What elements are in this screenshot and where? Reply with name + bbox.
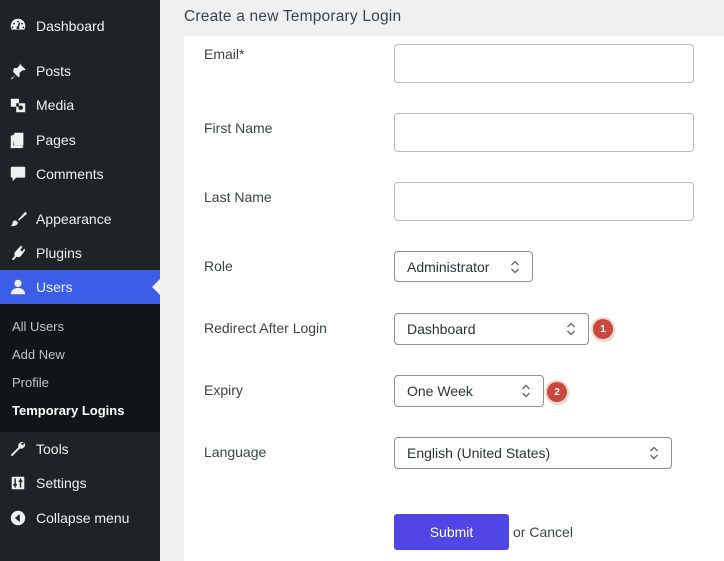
step-badge-2: 2: [547, 382, 567, 402]
menu-label: Posts: [36, 63, 72, 79]
menu-item-dashboard[interactable]: Dashboard: [0, 9, 160, 43]
menu-item-plugins[interactable]: Plugins: [0, 236, 160, 270]
pages-icon: [8, 130, 28, 150]
collapse-menu-button[interactable]: Collapse menu: [0, 501, 160, 535]
menu-item-pages[interactable]: Pages: [0, 123, 160, 157]
role-select[interactable]: Administrator: [394, 251, 533, 282]
menu-label: Settings: [36, 475, 87, 491]
dashboard-icon: [8, 16, 28, 36]
menu-item-media[interactable]: Media: [0, 88, 160, 122]
user-icon: [8, 277, 28, 297]
submenu-temporary-logins[interactable]: Temporary Logins: [12, 403, 124, 418]
wrench-icon: [8, 439, 28, 459]
or-text: or: [513, 524, 526, 540]
role-label: Role: [204, 258, 233, 274]
redirect-select[interactable]: Dashboard: [394, 313, 589, 345]
menu-label: Tools: [36, 441, 69, 457]
menu-label: Media: [36, 97, 75, 113]
brush-icon: [8, 209, 28, 229]
language-select-value: English (United States): [407, 445, 551, 461]
admin-sidebar: Dashboard Posts Media Pages Comments App…: [0, 0, 160, 561]
email-label: Email*: [204, 46, 245, 62]
submit-button[interactable]: Submit: [394, 514, 509, 550]
submenu-all-users[interactable]: All Users: [12, 319, 64, 334]
chevron-up-down-icon: [566, 321, 576, 337]
collapse-icon: [8, 508, 28, 528]
page-title: Create a new Temporary Login: [184, 8, 402, 25]
menu-item-users[interactable]: Users: [0, 270, 160, 304]
role-select-value: Administrator: [407, 258, 490, 275]
first-name-field[interactable]: [394, 113, 694, 152]
menu-item-settings[interactable]: Settings: [0, 466, 160, 500]
first-name-label: First Name: [204, 120, 273, 136]
chevron-up-down-icon: [649, 445, 659, 461]
menu-item-comments[interactable]: Comments: [0, 157, 160, 191]
users-submenu: All Users Add New Profile Temporary Logi…: [0, 304, 160, 432]
last-name-label: Last Name: [204, 189, 272, 205]
chevron-up-down-icon: [510, 259, 520, 275]
redirect-select-value: Dashboard: [407, 321, 476, 337]
language-label: Language: [204, 444, 267, 460]
menu-label: Collapse menu: [36, 510, 130, 526]
menu-label: Plugins: [36, 245, 82, 261]
sliders-icon: [8, 473, 28, 493]
pin-icon: [8, 61, 28, 81]
menu-label: Pages: [36, 132, 76, 148]
last-name-field[interactable]: [394, 182, 694, 221]
media-icon: [8, 95, 28, 115]
expiry-label: Expiry: [204, 382, 243, 398]
menu-label: Dashboard: [36, 18, 105, 34]
cancel-link[interactable]: Cancel: [529, 524, 573, 540]
step-badge-1: 1: [593, 319, 613, 339]
expiry-select-value: One Week: [407, 383, 473, 399]
email-field[interactable]: [394, 44, 694, 83]
menu-label: Users: [36, 279, 73, 295]
menu-item-appearance[interactable]: Appearance: [0, 202, 160, 236]
chevron-up-down-icon: [521, 383, 531, 399]
menu-label: Comments: [36, 166, 104, 182]
plugin-icon: [8, 243, 28, 263]
submenu-add-new[interactable]: Add New: [12, 347, 65, 362]
or-cancel: or Cancel: [513, 524, 573, 540]
expiry-select[interactable]: One Week: [394, 375, 544, 407]
menu-item-posts[interactable]: Posts: [0, 54, 160, 88]
comment-icon: [8, 164, 28, 184]
language-select[interactable]: English (United States): [394, 437, 672, 469]
menu-label: Appearance: [36, 211, 112, 227]
menu-item-tools[interactable]: Tools: [0, 432, 160, 466]
redirect-label: Redirect After Login: [204, 320, 327, 336]
submenu-profile[interactable]: Profile: [12, 375, 49, 390]
